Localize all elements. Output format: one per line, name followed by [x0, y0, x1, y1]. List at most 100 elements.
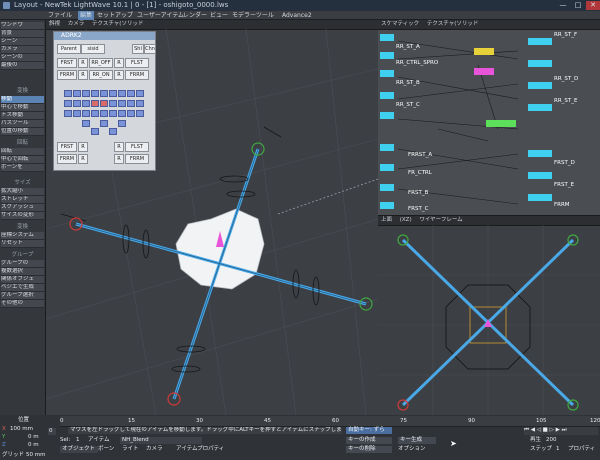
slot-button[interactable]	[109, 100, 117, 107]
tool-button[interactable]: 回転	[1, 148, 44, 156]
flst-button[interactable]: FLST	[125, 142, 149, 152]
menu-edit[interactable]: 編集	[78, 11, 95, 20]
view-mode-dropdown[interactable]: スケマティック	[378, 21, 422, 27]
play-reverse-icon[interactable]: ◁	[537, 427, 541, 433]
schematic-node[interactable]: FRST_E	[554, 182, 574, 189]
slot-button[interactable]	[73, 90, 81, 97]
slot-button[interactable]	[82, 90, 90, 97]
step-field[interactable]: 1	[556, 446, 560, 453]
camera-dropdown[interactable]: カメラ	[65, 21, 88, 27]
slot-button[interactable]	[82, 110, 90, 117]
schematic-node[interactable]: FRRST_A	[408, 152, 432, 159]
cameras-button[interactable]: カメラ	[146, 446, 163, 453]
tool-button[interactable]: 最後の	[1, 62, 44, 70]
slot-button[interactable]	[118, 110, 126, 117]
slot-button[interactable]	[118, 90, 126, 97]
schematic-node[interactable]: FR_CTRL	[408, 170, 432, 177]
slot-button[interactable]	[136, 100, 144, 107]
node-handle[interactable]	[380, 70, 394, 77]
tool-button[interactable]: カメラ	[1, 46, 44, 54]
schematic-node[interactable]: FRRM	[554, 202, 570, 209]
end-frame-field[interactable]: 200	[546, 437, 557, 444]
stop-icon[interactable]: ■	[543, 427, 548, 433]
slot-button[interactable]	[127, 110, 135, 117]
menu-user-items[interactable]: ユーザーアイテム	[137, 11, 184, 20]
y-value-field[interactable]: 0 m	[28, 434, 39, 441]
node-handle[interactable]	[380, 144, 394, 151]
tool-button[interactable]: 関係オブジェ	[1, 276, 44, 284]
schematic-node[interactable]: RR_ST_B	[396, 80, 420, 87]
tool-button[interactable]: リセット	[1, 240, 44, 248]
r-button[interactable]: R	[114, 142, 124, 152]
tool-button[interactable]: ボーンを	[1, 164, 44, 172]
frrm-button[interactable]: FRRM	[57, 154, 77, 164]
yellow-node[interactable]	[474, 48, 494, 55]
rr-on-button[interactable]: RR_ON	[89, 70, 113, 80]
flst-button[interactable]: FLST	[125, 58, 149, 68]
node-handle[interactable]	[528, 194, 552, 201]
r-button[interactable]: R	[78, 154, 88, 164]
r-button[interactable]: R	[78, 70, 88, 80]
view-mode-dropdown[interactable]: 斜視	[46, 21, 63, 27]
timeline-ruler[interactable]: 0 15 30 45 60 75 90 105 120	[60, 416, 600, 427]
slot-button[interactable]	[82, 100, 90, 107]
slot-button[interactable]	[127, 100, 135, 107]
tool-move-button[interactable]: 移動	[1, 96, 44, 104]
options-button[interactable]: オプション	[398, 446, 426, 453]
maximize-button[interactable]: □	[571, 1, 585, 10]
node-handle[interactable]	[528, 82, 552, 89]
node-handle[interactable]	[380, 112, 394, 119]
tool-button[interactable]: 複数選択	[1, 268, 44, 276]
node-handle[interactable]	[380, 184, 394, 191]
slot-button[interactable]	[136, 110, 144, 117]
tool-button[interactable]: トス移動	[1, 112, 44, 120]
frrm-button[interactable]: FRRM	[125, 70, 149, 80]
r-button[interactable]: R	[78, 142, 88, 152]
x-value-field[interactable]: 100 mm	[10, 426, 33, 433]
shading-dropdown[interactable]: テクスチャ(ソリッド	[89, 21, 146, 27]
close-button[interactable]: ✕	[586, 1, 600, 10]
slot-button[interactable]	[109, 110, 117, 117]
sisid-tab[interactable]: sisid	[81, 44, 105, 54]
objects-button[interactable]: オブジェクト	[60, 446, 98, 453]
key-generation-button[interactable]: キー生成	[398, 437, 436, 444]
menu-file[interactable]: ファイル	[48, 11, 72, 20]
slot-button[interactable]	[73, 100, 81, 107]
frame-start-field[interactable]: 0	[48, 428, 56, 435]
tool-button[interactable]: グループ選択	[1, 292, 44, 300]
green-node[interactable]	[486, 120, 516, 127]
item-properties-button[interactable]: アイテムプロパティ	[176, 446, 224, 453]
tool-button[interactable]: シーン	[1, 38, 44, 46]
lights-button[interactable]: ライト	[122, 446, 139, 453]
shading-dropdown[interactable]: テクスチャ(ソリッド	[424, 21, 481, 27]
node-handle[interactable]	[528, 38, 552, 45]
adrk2-floating-panel[interactable]: ADRK2 Parent sisid Shl Chn FRST R RR_OFF…	[53, 31, 156, 171]
slot-button[interactable]	[109, 128, 117, 135]
tool-button[interactable]: 中心で回転	[1, 156, 44, 164]
slot-button[interactable]	[127, 90, 135, 97]
tool-button[interactable]: ストレッチ	[1, 196, 44, 204]
r-button[interactable]: R	[114, 154, 124, 164]
menu-setup[interactable]: セットアップ	[97, 11, 133, 20]
tool-button[interactable]: シーンの	[1, 54, 44, 62]
r-button[interactable]: R	[114, 70, 124, 80]
playback-controls[interactable]: ⏮ ◀ ◁ ■ ▷ ▶ ⏭	[524, 427, 598, 435]
tool-button[interactable]: 座標システム	[1, 232, 44, 240]
frrm-button[interactable]: FRRM	[57, 70, 77, 80]
slot-button[interactable]	[100, 90, 108, 97]
node-handle[interactable]	[380, 202, 394, 209]
slot-button[interactable]	[91, 110, 99, 117]
auto-key-button[interactable]: 自動キー: ずら	[346, 427, 392, 434]
shading-dropdown[interactable]: ワイヤーフレーム	[416, 217, 465, 223]
schematic-node[interactable]: RR_ST_A	[396, 44, 420, 51]
slot-button[interactable]	[64, 100, 72, 107]
minimize-button[interactable]: —	[556, 1, 570, 10]
prev-icon[interactable]: ◀	[531, 427, 535, 433]
frst-button[interactable]: FRST	[57, 58, 77, 68]
node-handle[interactable]	[528, 150, 552, 157]
schematic-node[interactable]: FRST_C	[408, 206, 428, 213]
view-mode-dropdown[interactable]: 上面	[378, 217, 395, 223]
slot-button[interactable]	[100, 120, 108, 127]
z-value-field[interactable]: 0 m	[28, 442, 39, 449]
play-icon[interactable]: ▷	[550, 427, 554, 433]
